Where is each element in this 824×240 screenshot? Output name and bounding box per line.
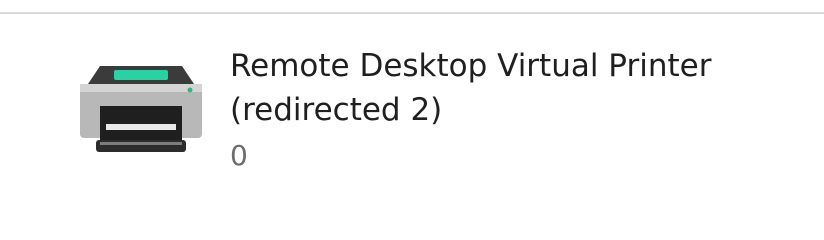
printer-icon bbox=[76, 66, 206, 158]
devices-and-printers-window: Remote Desktop Virtual Printer (redirect… bbox=[0, 0, 824, 233]
printer-item-remote-desktop[interactable]: Remote Desktop Virtual Printer (redirect… bbox=[60, 36, 780, 186]
top-divider bbox=[0, 12, 824, 14]
printer-name: Remote Desktop Virtual Printer (redirect… bbox=[230, 48, 712, 128]
printer-status: 0 bbox=[230, 139, 248, 172]
